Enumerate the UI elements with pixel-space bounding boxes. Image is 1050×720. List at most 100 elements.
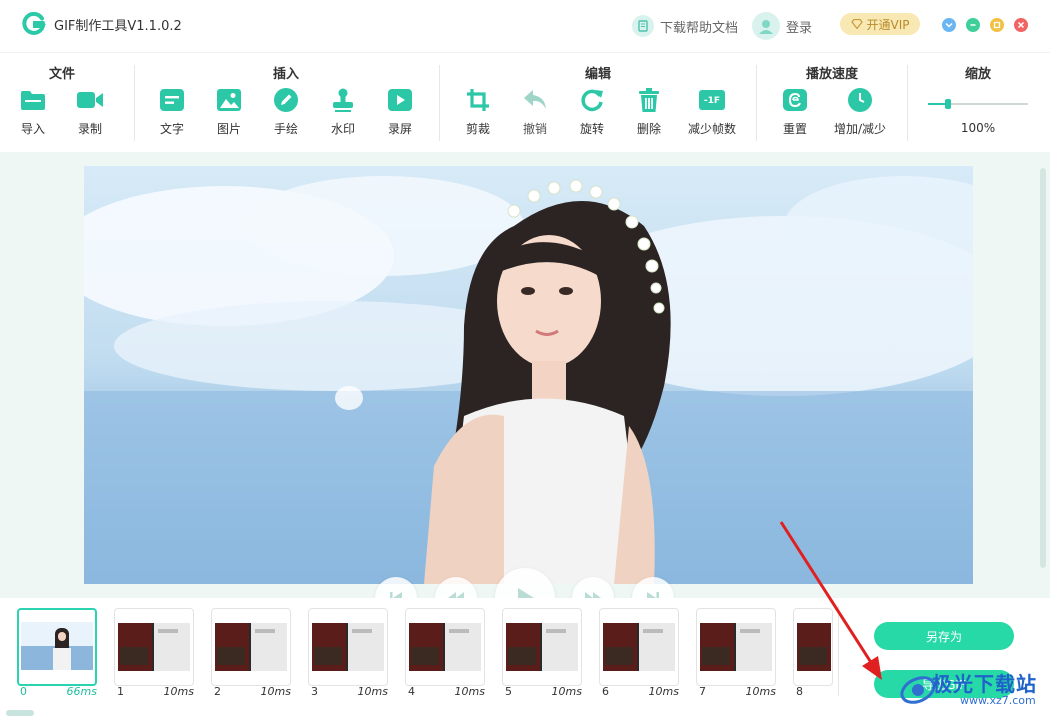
frame-preview <box>700 623 772 671</box>
frame-index: 2 <box>214 685 221 698</box>
frame-delay: 66ms <box>66 685 97 698</box>
group-title-zoom: 缩放 <box>964 67 991 82</box>
reduce-frames-button[interactable]: -1F 减少帧数 <box>681 87 743 137</box>
frame-index: 4 <box>408 685 415 698</box>
vip-label: 开通VIP <box>866 17 910 32</box>
frame-thumbnail[interactable] <box>114 608 194 686</box>
frame-thumbnail[interactable] <box>502 608 582 686</box>
save-as-button[interactable]: 另存为 <box>874 622 1014 650</box>
speed-reset-button[interactable]: 重置 <box>770 87 820 137</box>
preview-photo <box>84 166 973 584</box>
insert-image-button[interactable]: 图片 <box>204 87 254 137</box>
frame-preview <box>118 623 190 671</box>
close-button[interactable] <box>1014 18 1028 32</box>
frame-index: 7 <box>699 685 706 698</box>
app-title: GIF制作工具V1.1.0.2 <box>54 19 182 34</box>
crop-button[interactable]: 剪裁 <box>453 87 503 137</box>
image-icon <box>215 87 243 113</box>
login-label: 登录 <box>786 20 813 36</box>
frame-index: 3 <box>311 685 318 698</box>
frame-delay: 10ms <box>357 685 388 698</box>
export-gif-button[interactable]: 导出GIF <box>874 670 1014 698</box>
login-button[interactable]: 登录 <box>752 12 812 40</box>
watermark-button[interactable]: 水印 <box>318 87 368 137</box>
vertical-scrollbar[interactable] <box>1040 168 1046 568</box>
hand-draw-button[interactable]: 手绘 <box>261 87 311 137</box>
import-button[interactable]: 导入 <box>8 87 58 137</box>
frame-preview <box>21 622 93 670</box>
frame-index: 5 <box>505 685 512 698</box>
hand-draw-label: 手绘 <box>273 122 298 136</box>
frame-delay: 10ms <box>454 685 485 698</box>
import-label: 导入 <box>20 122 45 136</box>
frame-thumbnail[interactable] <box>696 608 776 686</box>
zoom-slider[interactable] <box>928 99 1028 109</box>
group-title-file: 文件 <box>48 67 75 82</box>
rotate-button[interactable]: 旋转 <box>567 87 617 137</box>
frame-strip: 0 66ms 1 10ms 2 10ms 3 10ms 4 10ms 5 10m… <box>0 598 1050 720</box>
group-title-speed: 播放速度 <box>805 67 858 82</box>
insert-text-label: 文字 <box>159 122 184 136</box>
zoom-slider-thumb[interactable] <box>945 99 951 109</box>
help-docs-link[interactable]: 下载帮助文档 <box>632 14 738 38</box>
toolbar-divider <box>134 65 135 141</box>
group-title-insert: 插入 <box>272 67 299 82</box>
reset-icon <box>781 87 809 113</box>
clock-icon <box>846 87 874 113</box>
frame-delay: 10ms <box>648 685 679 698</box>
horizontal-scrollbar[interactable] <box>6 710 34 716</box>
frame-index: 0 <box>20 685 27 698</box>
frame-thumbnail[interactable] <box>211 608 291 686</box>
minimize-button[interactable] <box>966 18 980 32</box>
frame-delay: 10ms <box>745 685 776 698</box>
menu-window-button[interactable] <box>942 18 956 32</box>
delete-label: 删除 <box>636 122 661 136</box>
frame-thumbnail[interactable] <box>308 608 388 686</box>
crop-icon <box>464 87 492 113</box>
frame-preview <box>409 623 481 671</box>
vip-button[interactable]: 开通VIP <box>840 13 920 35</box>
speed-adjust-button[interactable]: 增加/减少 <box>828 87 892 137</box>
diamond-icon <box>850 19 863 29</box>
frame-delay: 10ms <box>163 685 194 698</box>
insert-image-label: 图片 <box>216 122 241 136</box>
rotate-icon <box>578 87 606 113</box>
frame-thumbnail[interactable] <box>17 608 97 686</box>
toolbar-divider <box>439 65 440 141</box>
toolbar-divider <box>907 65 908 141</box>
frame-thumbnail[interactable] <box>599 608 679 686</box>
frame-thumbnail[interactable] <box>405 608 485 686</box>
undo-label: 撤销 <box>522 122 547 136</box>
help-docs-label: 下载帮助文档 <box>660 20 739 36</box>
crop-label: 剪裁 <box>465 122 490 136</box>
text-icon <box>158 87 186 113</box>
app-logo-icon <box>22 12 46 35</box>
pencil-icon <box>272 87 300 113</box>
reduce-frames-badge: -1F <box>703 95 721 106</box>
frame-delay: 10ms <box>260 685 291 698</box>
reduce-frames-label: 减少帧数 <box>687 122 736 136</box>
undo-button[interactable]: 撤销 <box>510 87 560 137</box>
frame-delay: 10ms <box>551 685 582 698</box>
screen-record-label: 录屏 <box>387 122 412 136</box>
record-button[interactable]: 录制 <box>65 87 115 137</box>
insert-text-button[interactable]: 文字 <box>147 87 197 137</box>
frame-index: 8 <box>796 685 803 698</box>
frame-preview <box>797 623 831 671</box>
document-icon <box>632 15 654 37</box>
frame-thumbnail[interactable] <box>793 608 833 686</box>
title-bar: GIF制作工具V1.1.0.2 下载帮助文档 登录 开通VIP <box>0 0 1050 52</box>
screen-record-button[interactable]: 录屏 <box>375 87 425 137</box>
frame-preview <box>603 623 675 671</box>
close-icon <box>1017 21 1025 29</box>
watermark-label: 水印 <box>330 122 355 136</box>
record-label: 录制 <box>77 122 102 136</box>
maximize-button[interactable] <box>990 18 1004 32</box>
delete-button[interactable]: 删除 <box>624 87 674 137</box>
undo-icon <box>521 87 549 113</box>
frame-index: 1 <box>117 685 124 698</box>
minimize-icon <box>970 24 976 26</box>
frame-index: 6 <box>602 685 609 698</box>
zoom-value: 100% <box>960 121 996 135</box>
chevron-down-icon <box>945 22 953 28</box>
